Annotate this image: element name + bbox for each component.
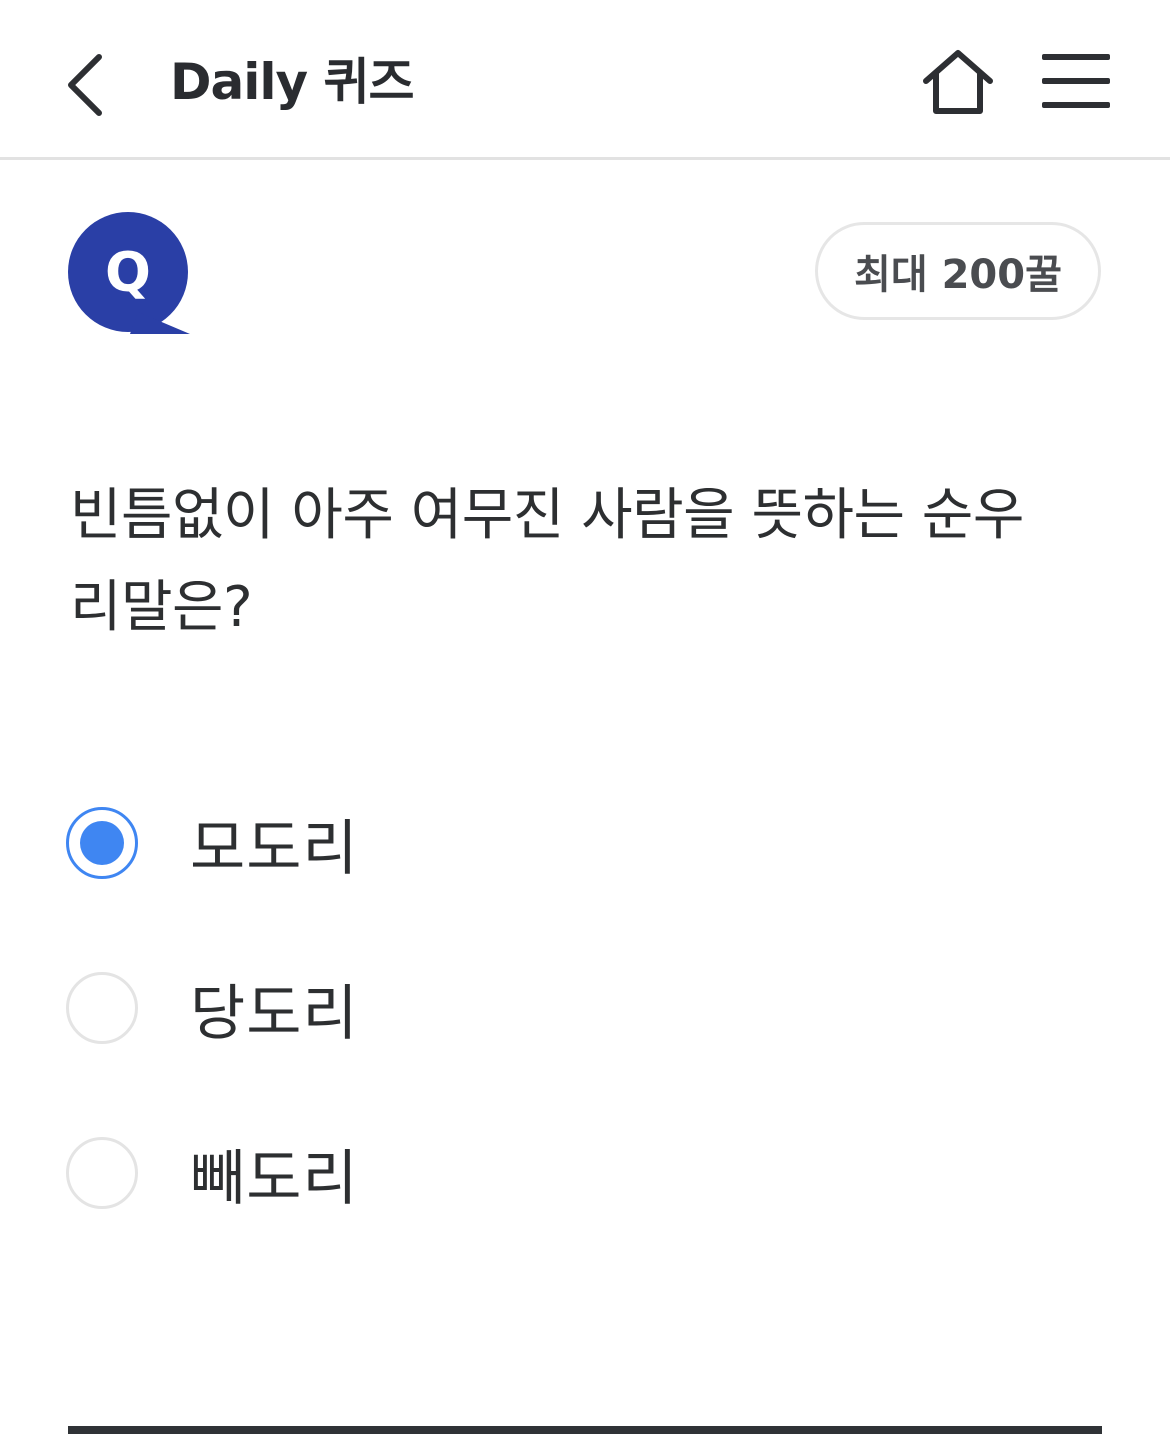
section-divider: [68, 1426, 1102, 1434]
chevron-left-icon: [68, 54, 102, 116]
radio-button-selected[interactable]: [66, 807, 138, 879]
reward-badge: 최대 200꿀: [815, 222, 1101, 320]
answer-option-label: 당도리: [190, 978, 359, 1049]
answer-option-3[interactable]: 빼도리: [66, 1128, 1106, 1218]
question-badge-letter: Q: [105, 240, 151, 304]
radio-button[interactable]: [66, 1137, 138, 1209]
radio-dot: [80, 821, 124, 865]
answer-option-2[interactable]: 당도리: [66, 963, 1106, 1053]
question-line-2: 리말은?: [70, 575, 253, 640]
answer-option-label: 빼도리: [190, 1143, 359, 1214]
home-icon: [923, 50, 993, 114]
home-button[interactable]: [918, 44, 998, 120]
page-title: Daily 퀴즈: [170, 53, 415, 111]
hamburger-menu-icon: [1042, 54, 1110, 108]
question-line-1: 빈틈없이 아주 여무진 사람을 뜻하는 순우: [70, 483, 1024, 548]
question-badge: Q: [68, 212, 192, 336]
answer-option-1[interactable]: 모도리: [66, 798, 1106, 888]
top-bar: Daily 퀴즈: [0, 0, 1170, 160]
answer-option-label: 모도리: [190, 813, 359, 884]
back-button[interactable]: [50, 40, 120, 130]
radio-button[interactable]: [66, 972, 138, 1044]
question-text: 빈틈없이 아주 여무진 사람을 뜻하는 순우 리말은?: [70, 470, 1110, 654]
menu-button[interactable]: [1036, 48, 1116, 114]
